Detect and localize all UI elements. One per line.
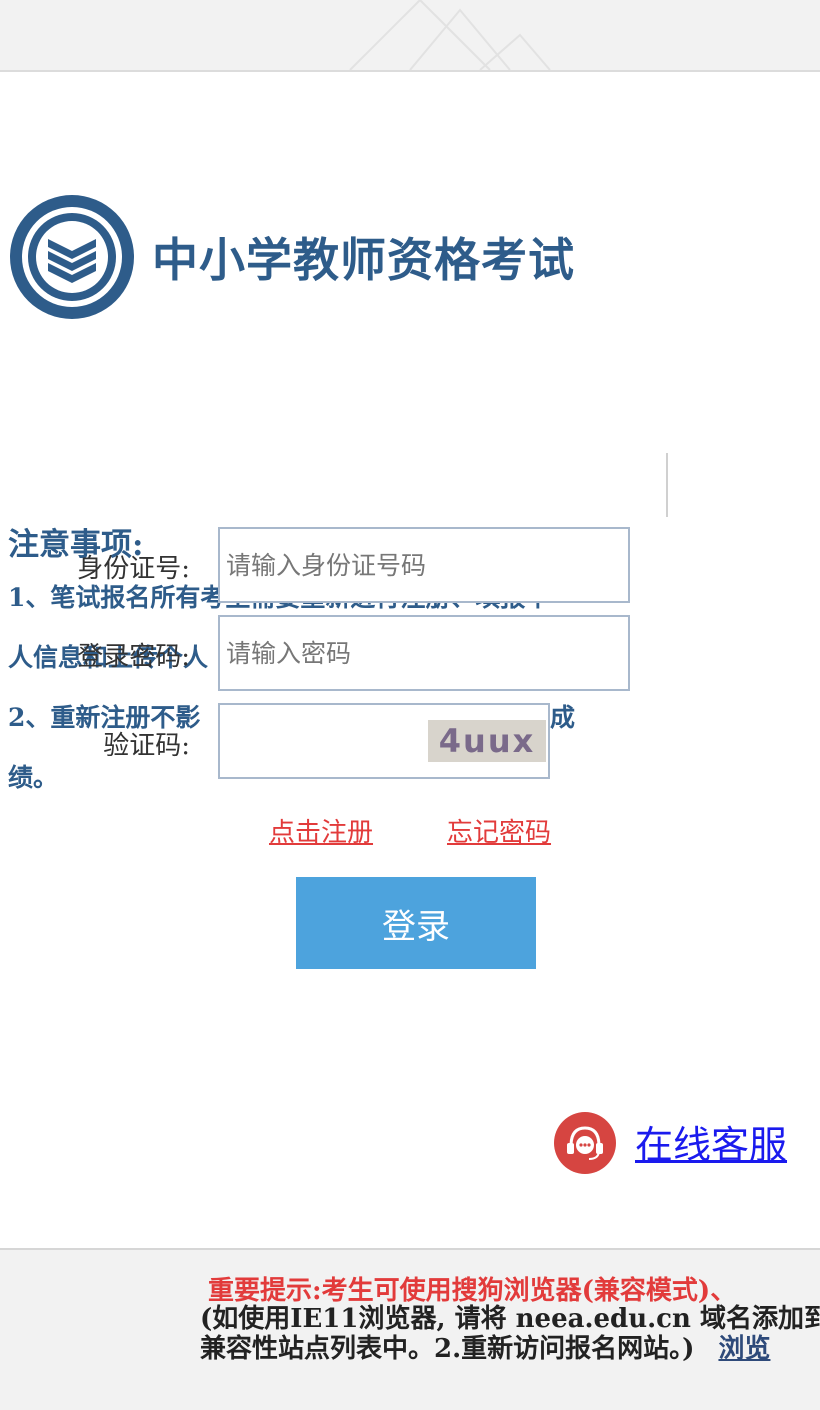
password-label: 登录密码: [77,642,190,672]
headset-icon[interactable] [554,1112,616,1174]
footer-notice-line-3: 兼容性站点列表中。2.重新访问报名网站。) 浏览 [200,1328,770,1365]
headset-glyph-icon [567,1126,603,1160]
site-title: 中小学教师资格考试 [152,233,575,287]
captcha-label: 验证码: [103,731,190,761]
divider [666,453,668,517]
footer: 重要提示:考生可使用搜狗浏览器(兼容模式)、 (如使用IE11浏览器, 请将 n… [0,1248,820,1410]
online-support-link[interactable]: 在线客服 [635,1114,787,1169]
forgot-password-link[interactable]: 忘记密码 [447,812,551,849]
notice-line-3-tail: 成 [550,703,576,732]
footer-notice-line-3-text: 兼容性站点列表中。2.重新访问报名网站。) [200,1334,695,1364]
captcha-image[interactable]: 4uux [428,720,546,762]
browser-link[interactable]: 浏览 [718,1334,770,1364]
id-number-input[interactable] [218,527,630,603]
top-header-bar [0,0,820,72]
id-label: 身份证号: [77,554,190,584]
password-input[interactable] [218,615,630,691]
register-link[interactable]: 点击注册 [269,812,373,849]
login-button[interactable]: 登录 [296,877,536,969]
exam-logo-icon [10,195,134,319]
login-page: 中小学教师资格考试 注意事项: 1、笔试报名所有考生需要重新进行注册、填报个 人… [0,0,820,1410]
mountain-watermark-icon [349,0,551,70]
